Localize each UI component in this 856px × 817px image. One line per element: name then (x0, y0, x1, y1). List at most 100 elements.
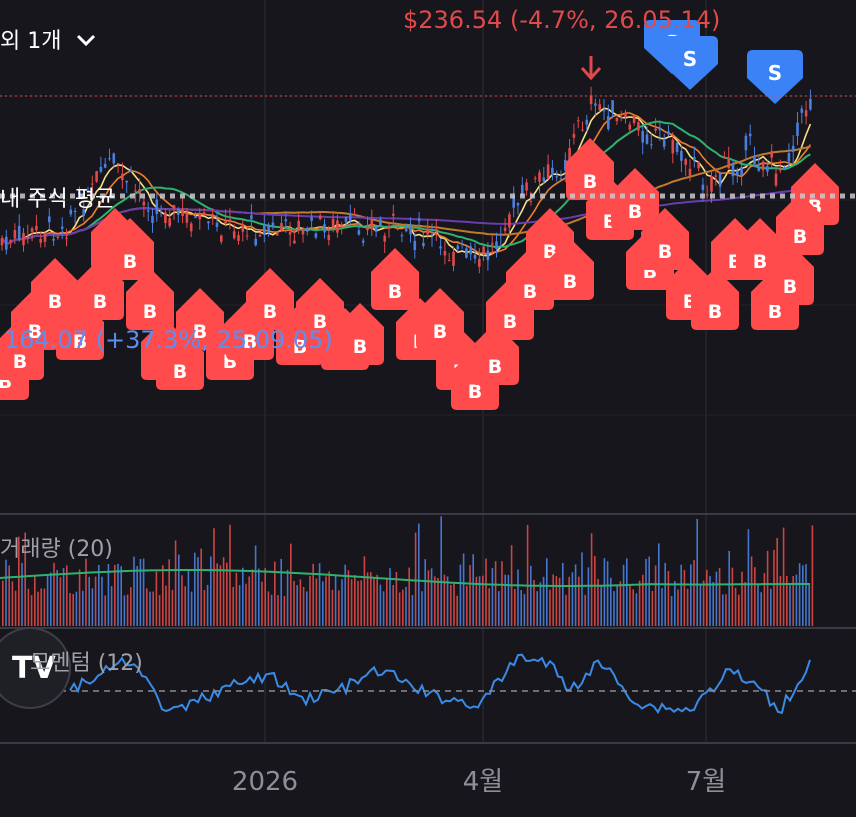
volume-bar (619, 581, 622, 626)
buy-marker-label[interactable]: B (13, 351, 27, 373)
volume-bar (386, 578, 388, 626)
volume-bar (789, 584, 791, 626)
volume-bar (712, 582, 714, 626)
candle-body (129, 169, 133, 172)
volume-bar (693, 559, 695, 626)
buy-marker-label[interactable]: B (263, 301, 277, 323)
buy-marker-label[interactable]: B (793, 226, 807, 248)
volume-bar (664, 562, 666, 626)
volume-bar (245, 583, 247, 626)
sell-marker-label[interactable]: S (768, 61, 782, 85)
buy-marker-label[interactable]: B (173, 361, 187, 383)
x-tick-label: 2026 (232, 767, 298, 797)
volume-bar (782, 527, 785, 626)
buy-marker-label[interactable]: B (563, 271, 577, 293)
volume-bar (347, 570, 350, 626)
volume-bar (507, 574, 510, 626)
volume-bar (450, 584, 452, 626)
volume-bar (94, 576, 97, 626)
candle-body (460, 243, 464, 245)
volume-bar (747, 529, 750, 626)
candle-body (478, 259, 481, 267)
candle-body (490, 243, 494, 245)
candle-body (207, 221, 210, 224)
stock-chart[interactable]: BBBBBBBBBBBBBBBBBBBBBBBBBBBBBBBBBBBBBBBB… (0, 0, 856, 813)
volume-bar (238, 585, 241, 626)
buy-marker-label[interactable]: B (48, 291, 62, 313)
buy-marker-label[interactable]: B (353, 336, 367, 358)
volume-bar (75, 591, 78, 626)
volume-bar (587, 567, 590, 626)
x-tick-label: 7월 (686, 767, 726, 797)
volume-bar (114, 564, 116, 626)
low-price-label: 164.07 (+37.3%, 25.09.05) (4, 326, 333, 354)
candle-body (146, 210, 150, 212)
buy-marker-label[interactable]: B (388, 281, 402, 303)
candle-body (619, 116, 623, 118)
volume-bar (725, 594, 727, 626)
interval-label[interactable]: 외 1개 (0, 29, 61, 54)
buy-marker-label[interactable]: B (433, 321, 447, 343)
volume-bar (462, 553, 465, 626)
candle-body (637, 122, 640, 131)
volume-bar (222, 557, 225, 626)
volume-bar (104, 595, 106, 626)
volume-bar (738, 594, 740, 626)
volume-bar (642, 574, 644, 626)
volume-bar (59, 577, 62, 626)
candle-body (168, 218, 171, 227)
candle-body (525, 182, 528, 191)
volume-bar (411, 595, 414, 626)
volume-bar (91, 588, 94, 626)
candle-body (426, 228, 429, 235)
buy-marker-label[interactable]: B (583, 171, 597, 193)
volume-bar (174, 540, 177, 626)
buy-marker-label[interactable]: B (523, 281, 537, 303)
volume-bar (654, 565, 657, 626)
volume-bar (126, 594, 129, 626)
volume-bar (514, 588, 516, 626)
buy-marker-label[interactable]: B (628, 201, 642, 223)
volume-bar (808, 583, 810, 626)
volume-bar (542, 576, 545, 626)
candle-body (736, 170, 739, 176)
chart-canvas[interactable]: BBBBBBBBBBBBBBBBBBBBBBBBBBBBBBBBBBBBBBBB… (0, 0, 856, 813)
candle-body (761, 161, 765, 171)
candle-body (559, 178, 563, 180)
candle-body (224, 220, 227, 224)
volume-bar (459, 564, 462, 626)
candle-body (473, 254, 477, 259)
buy-marker-label[interactable]: B (488, 356, 502, 378)
candle-body (189, 223, 193, 232)
volume-bar (277, 595, 279, 626)
buy-marker-label[interactable]: B (658, 241, 672, 263)
candle-body (607, 116, 610, 129)
buy-marker-label[interactable]: B (753, 251, 767, 273)
buy-marker-label[interactable]: B (503, 311, 517, 333)
volume-bar (133, 556, 135, 626)
candle-body (228, 219, 232, 222)
buy-marker-label[interactable]: B (143, 301, 157, 323)
volume-bar (34, 575, 36, 626)
volume-bar (744, 582, 746, 626)
candle-body (288, 231, 292, 235)
candle-body (770, 151, 773, 158)
volume-bar (670, 595, 673, 626)
candle-body (95, 171, 98, 182)
volume-bar (328, 571, 330, 626)
candle-body (310, 217, 313, 221)
buy-marker-label[interactable]: B (783, 276, 797, 298)
sell-marker-label[interactable]: S (683, 47, 697, 71)
volume-bar (123, 595, 126, 626)
candle-body (645, 134, 649, 144)
candle-body (17, 225, 21, 241)
volume-bar (699, 584, 702, 626)
volume-bar (392, 585, 394, 626)
candle-body (99, 166, 103, 172)
volume-bar (421, 591, 423, 626)
x-tick-label: 4월 (463, 767, 503, 797)
buy-marker-label[interactable]: B (708, 301, 722, 323)
buy-marker-label[interactable]: B (93, 291, 107, 313)
buy-marker-label[interactable]: B (123, 251, 137, 273)
candle-body (48, 216, 51, 223)
